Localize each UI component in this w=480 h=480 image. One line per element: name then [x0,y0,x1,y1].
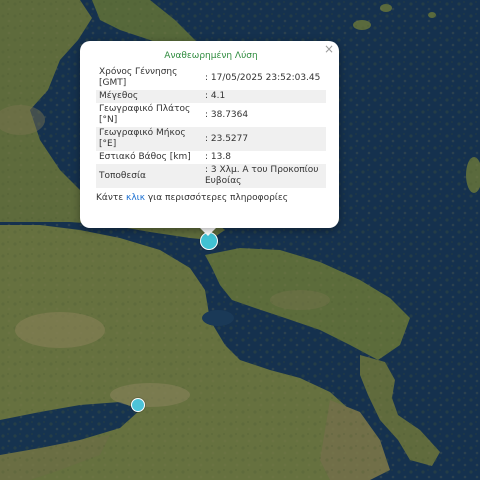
earthquake-marker-secondary[interactable] [131,398,145,412]
detail-label: Γεωγραφικό Πλάτος [°N] [99,104,191,125]
detail-row-longitude: Γεωγραφικό Μήκος [°E] : 23.5277 [96,127,326,151]
map-view[interactable]: × Αναθεωρημένη Λύση Χρόνος Γέννησης [GMT… [0,0,480,480]
detail-value: : 13.8 [205,152,231,162]
popup-title: Αναθεωρημένη Λύση [164,51,258,61]
detail-row-depth: Εστιακό Βάθος [km] : 13.8 [96,151,326,164]
more-info-prefix: Κάντε [96,193,127,203]
detail-label: Μέγεθος [96,90,202,103]
detail-value: : 23.5277 [202,127,326,151]
detail-value: : 3 Χλμ. Α του Προκοπίου Ευβοίας [202,164,326,188]
detail-label: Γεωγραφικό Μήκος [°E] [96,127,202,151]
earthquake-details-table: Χρόνος Γέννησης [GMT] : 17/05/2025 23:52… [96,66,326,188]
close-icon[interactable]: × [324,42,334,56]
detail-row-magnitude: Μέγεθος : 4.1 [96,90,326,103]
detail-value: : 38.7364 [205,109,249,120]
detail-label: Εστιακό Βάθος [km] [99,152,191,162]
detail-row-latitude: Γεωγραφικό Πλάτος [°N] : 38.7364 [96,103,326,127]
more-info-suffix: για περισσότερες πληροφορίες [145,193,289,203]
detail-value: : 4.1 [202,90,326,103]
earthquake-info-popup: × Αναθεωρημένη Λύση Χρόνος Γέννησης [GMT… [80,41,339,228]
detail-row-origin-time: Χρόνος Γέννησης [GMT] : 17/05/2025 23:52… [96,66,326,90]
detail-row-location: Τοποθεσία : 3 Χλμ. Α του Προκοπίου Ευβοί… [96,164,326,188]
detail-value: : 17/05/2025 23:52:03.45 [205,72,321,83]
detail-label: Χρόνος Γέννησης [GMT] [99,67,178,88]
more-info-link[interactable]: κλικ [126,193,145,203]
popup-pointer [199,227,217,236]
detail-label: Τοποθεσία [96,164,202,188]
more-info-text: Κάντε κλικ για περισσότερες πληροφορίες [96,193,326,204]
